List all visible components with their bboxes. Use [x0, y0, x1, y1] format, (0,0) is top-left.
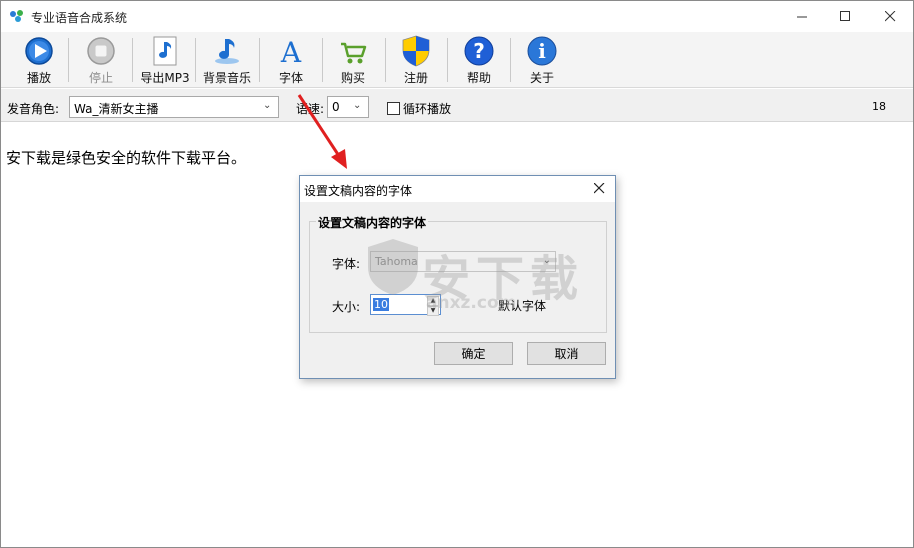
register-button[interactable]: 注册 — [396, 34, 436, 86]
watermark-shield-icon — [368, 239, 418, 295]
status-number: 18 — [872, 100, 886, 113]
stop-label: 停止 — [88, 71, 113, 85]
document-text[interactable]: 安下载是绿色安全的软件下载平台。 — [6, 147, 246, 168]
toolbar-separator — [447, 38, 448, 82]
help-icon: ? — [464, 36, 494, 66]
font-field-label: 字体: — [332, 257, 361, 271]
background-music-label: 背景音乐 — [202, 71, 251, 85]
help-button[interactable]: ? 帮助 — [459, 34, 499, 86]
annotation-arrow-icon — [297, 94, 347, 169]
background-music-icon — [215, 39, 239, 64]
window-title: 专业语音合成系统 — [31, 11, 128, 25]
toolbar-separator — [259, 38, 260, 82]
help-label: 帮助 — [466, 71, 491, 85]
main-window: 专业语音合成系统 播放 停止 导出MP3 背景音乐 A 字体 购买 注册 ? 帮… — [0, 0, 914, 548]
font-button[interactable]: A 字体 — [271, 34, 311, 86]
export-mp3-button[interactable]: 导出MP3 — [139, 34, 191, 86]
dialog-close-button[interactable] — [589, 179, 609, 199]
maximize-icon — [839, 10, 850, 21]
loop-checkbox[interactable] — [387, 102, 400, 115]
loop-label: 循环播放 — [403, 102, 452, 116]
svg-text:i: i — [538, 39, 546, 63]
shield-icon — [402, 35, 430, 67]
font-icon: A — [280, 36, 302, 66]
about-label: 关于 — [529, 71, 554, 85]
dialog-title: 设置文稿内容的字体 — [304, 184, 413, 198]
buy-button[interactable]: 购买 — [333, 34, 373, 86]
close-icon — [884, 10, 895, 21]
stop-icon — [87, 37, 115, 65]
about-button[interactable]: i 关于 — [522, 34, 562, 86]
size-field-label: 大小: — [332, 300, 361, 314]
voice-select[interactable]: Wa_清新女主播 ⌄ — [69, 96, 279, 118]
minimize-button[interactable] — [779, 1, 825, 31]
buy-label: 购买 — [340, 71, 365, 85]
watermark: 安下载 anxz.com — [366, 237, 578, 317]
font-label: 字体 — [278, 71, 303, 85]
close-icon — [593, 182, 604, 194]
play-button[interactable]: 播放 — [19, 34, 59, 86]
info-icon: i — [527, 36, 557, 66]
close-button[interactable] — [867, 1, 913, 31]
cart-icon — [341, 42, 367, 64]
toolbar-separator — [195, 38, 196, 82]
voice-value: Wa_清新女主播 — [74, 102, 159, 116]
options-bar: 发音角色: Wa_清新女主播 ⌄ 语速: 0 ⌄ 循环播放 18 — [1, 89, 913, 122]
ok-button[interactable]: 确定 — [434, 342, 513, 365]
title-bar: 专业语音合成系统 — [1, 1, 913, 32]
dialog-title-bar: 设置文稿内容的字体 — [300, 176, 615, 202]
maximize-button[interactable] — [822, 1, 868, 31]
voice-label: 发音角色: — [7, 102, 60, 116]
watermark-subtext: anxz.com — [426, 293, 517, 313]
export-mp3-label: 导出MP3 — [140, 71, 190, 85]
group-title: 设置文稿内容的字体 — [316, 214, 429, 231]
play-icon — [25, 37, 53, 65]
cancel-button[interactable]: 取消 — [527, 342, 606, 365]
toolbar: 播放 停止 导出MP3 背景音乐 A 字体 购买 注册 ? 帮助 i 关于 — [1, 32, 913, 88]
toolbar-separator — [68, 38, 69, 82]
minimize-icon — [796, 16, 807, 17]
chevron-down-icon: ⌄ — [263, 100, 272, 111]
background-music-button[interactable]: 背景音乐 — [201, 34, 253, 86]
toolbar-separator — [385, 38, 386, 82]
app-logo-icon — [10, 10, 23, 22]
play-label: 播放 — [26, 71, 51, 85]
register-label: 注册 — [403, 71, 428, 85]
music-note-icon — [153, 36, 177, 66]
toolbar-separator — [510, 38, 511, 82]
toolbar-separator — [132, 38, 133, 82]
svg-text:A: A — [280, 36, 302, 66]
svg-text:?: ? — [473, 39, 485, 63]
stop-button[interactable]: 停止 — [81, 34, 121, 86]
toolbar-separator — [322, 38, 323, 82]
